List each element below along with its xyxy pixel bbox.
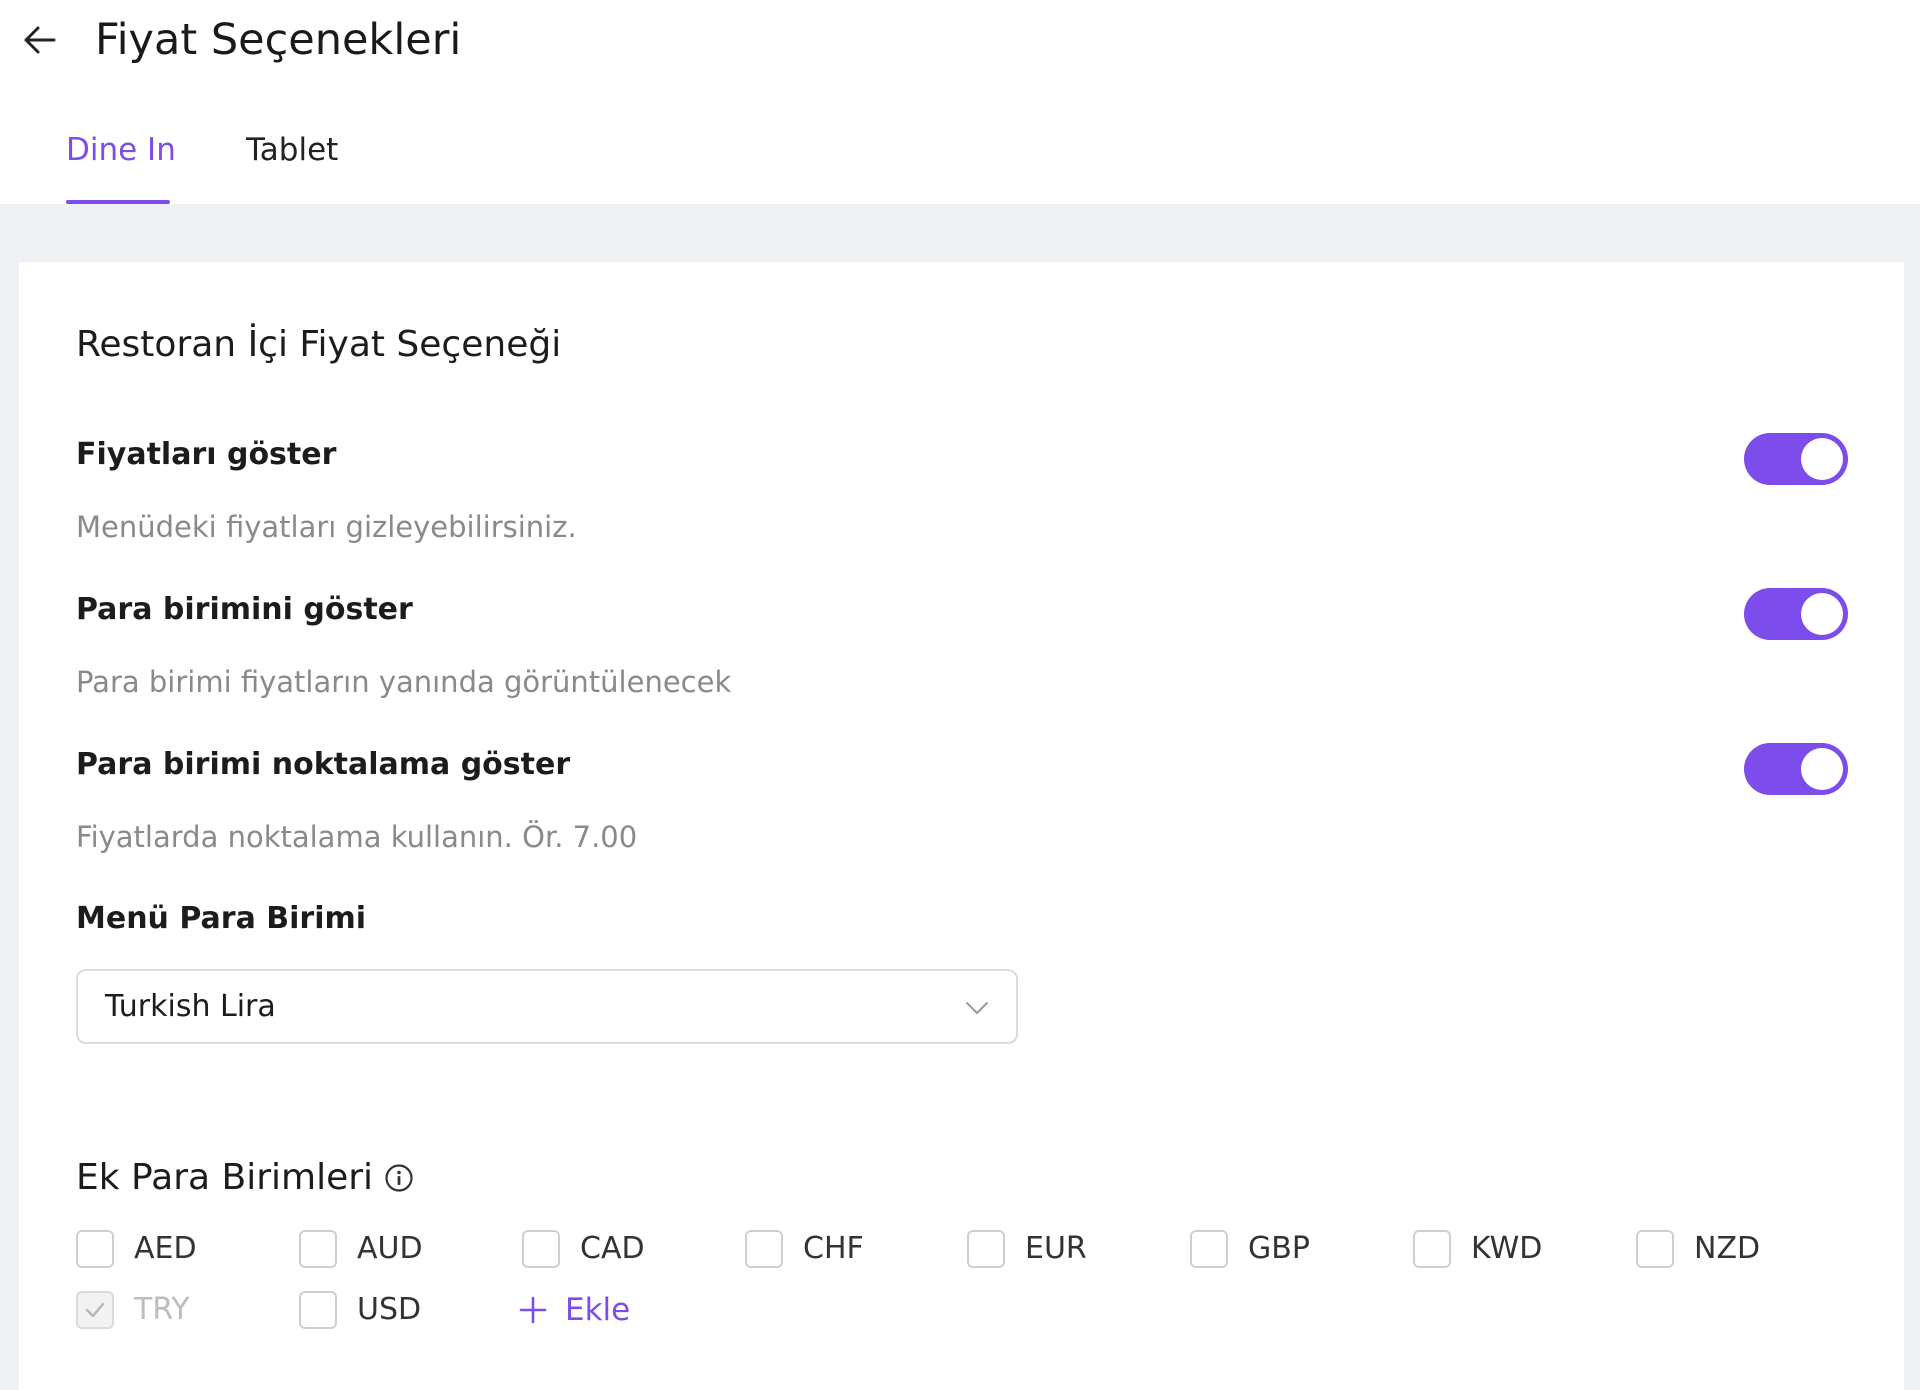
show-decimal-toggle[interactable] bbox=[1744, 743, 1848, 795]
currency-checkbox-aed[interactable]: AED bbox=[76, 1227, 197, 1271]
chevron-down-icon bbox=[966, 1002, 988, 1014]
menu-currency-select[interactable]: Turkish Lira bbox=[76, 969, 1018, 1044]
menu-currency-label: Menü Para Birimi bbox=[76, 901, 367, 936]
currency-label: AED bbox=[134, 1231, 197, 1266]
section-title: Restoran İçi Fiyat Seçeneği bbox=[76, 324, 562, 365]
back-button[interactable] bbox=[18, 18, 62, 62]
checkbox-box bbox=[299, 1291, 337, 1329]
checkbox-box bbox=[745, 1230, 783, 1268]
tab-tablet[interactable]: Tablet bbox=[246, 126, 338, 174]
tab-dine-in[interactable]: Dine In bbox=[66, 126, 176, 174]
price-options-card: Restoran İçi Fiyat Seçeneği Fiyatları gö… bbox=[19, 262, 1904, 1390]
toggle-knob bbox=[1801, 593, 1843, 635]
currency-label: CAD bbox=[580, 1231, 645, 1266]
page-title: Fiyat Seçenekleri bbox=[95, 15, 462, 65]
currency-label: KWD bbox=[1471, 1231, 1543, 1266]
currency-checkbox-nzd[interactable]: NZD bbox=[1636, 1227, 1760, 1271]
show-currency-description: Para birimi fiyatların yanında görüntüle… bbox=[76, 665, 732, 699]
currency-checkbox-eur[interactable]: EUR bbox=[967, 1227, 1087, 1271]
checkbox-box bbox=[76, 1230, 114, 1268]
checkbox-box bbox=[299, 1230, 337, 1268]
toggle-knob bbox=[1801, 438, 1843, 480]
checkbox-box bbox=[76, 1291, 114, 1329]
add-currency-button[interactable]: Ekle bbox=[517, 1288, 630, 1332]
checkbox-box bbox=[522, 1230, 560, 1268]
currency-label: TRY bbox=[134, 1292, 190, 1327]
checkbox-box bbox=[1636, 1230, 1674, 1268]
checkbox-box bbox=[1413, 1230, 1451, 1268]
currency-checkbox-chf[interactable]: CHF bbox=[745, 1227, 864, 1271]
show-decimal-label: Para birimi noktalama göster bbox=[76, 747, 571, 782]
show-currency-label: Para birimini göster bbox=[76, 592, 413, 627]
show-prices-label: Fiyatları göster bbox=[76, 437, 337, 472]
extra-currencies-title: Ek Para Birimleri bbox=[76, 1154, 415, 1202]
currency-label: EUR bbox=[1025, 1231, 1087, 1266]
plus-icon bbox=[519, 1296, 547, 1324]
currency-label: GBP bbox=[1248, 1231, 1310, 1266]
currency-label: CHF bbox=[803, 1231, 864, 1266]
currency-checkbox-cad[interactable]: CAD bbox=[522, 1227, 645, 1271]
toggle-knob bbox=[1801, 748, 1843, 790]
currency-label: NZD bbox=[1694, 1231, 1761, 1266]
checkmark-icon bbox=[85, 1302, 105, 1318]
currency-checkbox-kwd[interactable]: KWD bbox=[1413, 1227, 1542, 1271]
menu-currency-value: Turkish Lira bbox=[105, 989, 276, 1024]
arrow-left-icon bbox=[24, 26, 56, 54]
show-currency-toggle[interactable] bbox=[1744, 588, 1848, 640]
currency-checkbox-usd[interactable]: USD bbox=[299, 1288, 421, 1332]
show-prices-toggle[interactable] bbox=[1744, 433, 1848, 485]
top-bar: Fiyat Seçenekleri Dine In Tablet bbox=[0, 0, 1920, 204]
currency-checkbox-aud[interactable]: AUD bbox=[299, 1227, 423, 1271]
extra-currencies-title-text: Ek Para Birimleri bbox=[76, 1157, 374, 1198]
active-tab-indicator bbox=[66, 200, 170, 204]
currency-checkbox-try: TRY bbox=[76, 1288, 190, 1332]
show-prices-description: Menüdeki fiyatları gizleyebilirsiniz. bbox=[76, 510, 577, 544]
info-icon[interactable] bbox=[383, 1162, 415, 1194]
show-decimal-description: Fiyatlarda noktalama kullanın. Ör. 7.00 bbox=[76, 820, 638, 854]
add-currency-label: Ekle bbox=[565, 1292, 631, 1328]
checkbox-box bbox=[1190, 1230, 1228, 1268]
currency-checkbox-gbp[interactable]: GBP bbox=[1190, 1227, 1310, 1271]
currency-label: USD bbox=[357, 1292, 422, 1327]
checkbox-box bbox=[967, 1230, 1005, 1268]
currency-label: AUD bbox=[357, 1231, 423, 1266]
